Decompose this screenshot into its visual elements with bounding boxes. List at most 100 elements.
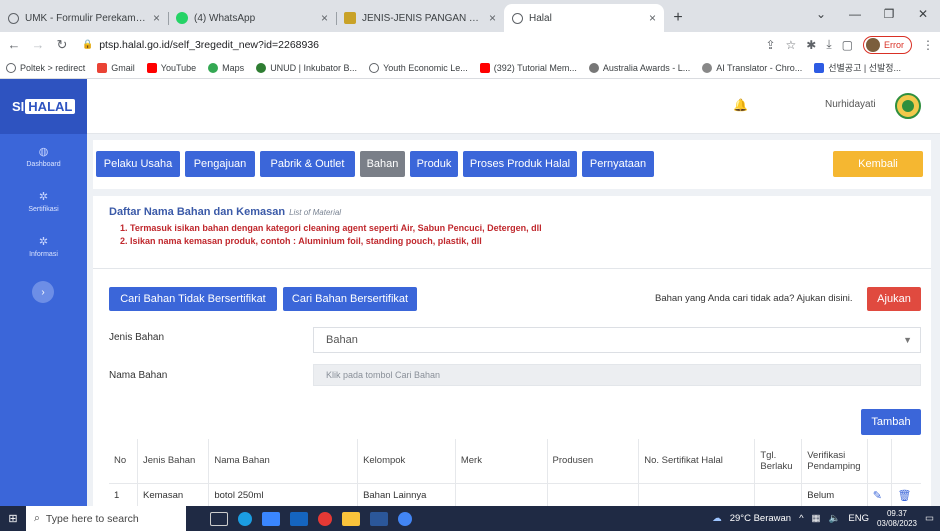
nama-bahan-label: Nama Bahan [109, 370, 168, 381]
clock[interactable]: 09.37 03/08/2023 [877, 509, 917, 529]
info-icon: ✲ [38, 236, 49, 248]
reload-icon[interactable]: ↻ [54, 37, 70, 53]
jenis-bahan-value: Bahan [326, 334, 358, 346]
close-icon[interactable]: × [321, 11, 328, 25]
close-icon[interactable]: × [489, 11, 496, 25]
share-icon[interactable]: ⇪ [765, 38, 775, 52]
profile-label: Error [884, 39, 904, 50]
youtube-icon [479, 62, 490, 73]
restore-icon[interactable]: ❐ [872, 0, 906, 28]
youtube-icon [146, 62, 157, 73]
bookmark-item[interactable]: UNUD | Inkubator B... [256, 62, 357, 73]
sidebar-item-sertifikasi[interactable]: ✲ Sertifikasi [0, 179, 87, 224]
forward-arrow-icon[interactable]: → [30, 37, 46, 52]
search-uncertified-button[interactable]: Cari Bahan Tidak Bersertifikat [109, 287, 277, 311]
column-header: Nama Bahan [208, 439, 359, 484]
file-explorer-icon[interactable] [342, 511, 360, 526]
submit-request-button[interactable]: Ajukan [867, 287, 921, 311]
bookmark-item[interactable]: (392) Tutorial Mem... [479, 62, 577, 73]
tab-pabrik-outlet[interactable]: Pabrik & Outlet [260, 151, 355, 177]
weather-text[interactable]: 29°C Berawan [730, 513, 791, 524]
browser-tab-3[interactable]: JENIS-JENIS PANGAN YANG BISA × [336, 4, 504, 32]
sidebar-item-informasi[interactable]: ✲ Informasi [0, 224, 87, 269]
tab-pengajuan[interactable]: Pengajuan [185, 151, 255, 177]
trash-icon[interactable]: 🗑 [897, 490, 911, 502]
globe-icon [369, 62, 380, 73]
profile-button[interactable]: Error [863, 35, 912, 54]
tab-proses-produk-halal[interactable]: Proses Produk Halal [463, 151, 577, 177]
back-arrow-icon[interactable]: ← [6, 37, 22, 52]
browser-tab-2[interactable]: (4) WhatsApp × [168, 4, 336, 32]
minimize-icon[interactable]: — [838, 0, 872, 28]
taskbar-apps [210, 511, 412, 526]
taskbar: ⊞ ⌕ Type here to search ☁ 29°C Berawan ^… [0, 506, 940, 531]
browser-tab-1[interactable]: UMK - Formulir Perekaman Pelak × [0, 4, 168, 32]
url-field[interactable]: 🔒 ptsp.halal.go.id/self_3regedit_new?id=… [78, 35, 757, 55]
avatar[interactable] [895, 93, 921, 119]
sidebar-item-dashboard[interactable]: ◍ Dashboard [0, 134, 87, 179]
bookmark-item[interactable]: Maps [208, 62, 245, 73]
system-tray: ☁ 29°C Berawan ^ ▦ 🔈 ENG 09.37 03/08/202… [712, 509, 940, 529]
table-row: 1 Kemasan botol 250ml Bahan Lainnya Belu… [109, 483, 921, 507]
extensions-icon[interactable]: ✱ [806, 38, 816, 52]
bookmark-item[interactable]: Australia Awards - L... [588, 62, 690, 73]
jenis-bahan-select[interactable]: Bahan ▼ [313, 327, 921, 353]
mail-icon[interactable] [290, 511, 308, 526]
tab-bahan[interactable]: Bahan [360, 151, 405, 177]
browser-tab-4[interactable]: Halal × [504, 4, 664, 32]
globe-icon [6, 62, 16, 73]
search-certified-button[interactable]: Cari Bahan Bersertifikat [283, 287, 417, 311]
tab-pelaku-usaha[interactable]: Pelaku Usaha [96, 151, 180, 177]
close-window-icon[interactable]: ✕ [906, 0, 940, 28]
table-cell: Bahan Lainnya [357, 483, 456, 507]
tray-chevron-up-icon[interactable]: ^ [799, 513, 803, 524]
bookmark-item[interactable]: 선별공고 | 선발정... [814, 61, 901, 74]
bell-icon[interactable]: 🔔 [733, 98, 748, 112]
language-indicator[interactable]: ENG [848, 513, 869, 524]
table-cell [638, 483, 756, 507]
task-view-icon[interactable] [210, 511, 228, 526]
korean-site-icon [814, 62, 825, 73]
chrome-icon[interactable] [398, 511, 412, 526]
side-panel-icon[interactable]: ▢ [842, 38, 853, 52]
nama-bahan-field[interactable]: Klik pada tombol Cari Bahan [313, 364, 921, 386]
network-icon[interactable]: ▦ [812, 513, 821, 524]
taskbar-search-input[interactable]: ⌕ Type here to search [26, 506, 186, 531]
bookmark-item[interactable]: YouTube [146, 62, 196, 73]
opera-icon[interactable] [318, 511, 332, 526]
dashboard-icon: ◍ [38, 146, 49, 158]
store-icon[interactable] [262, 511, 280, 526]
new-tab-button[interactable]: + [664, 4, 692, 32]
bookmark-label: Maps [222, 62, 245, 73]
chevron-right-icon[interactable]: › [32, 281, 54, 303]
volume-icon[interactable]: 🔈 [829, 513, 841, 524]
menu-icon[interactable]: ⋮ [922, 38, 934, 52]
bookmark-item[interactable]: Gmail [97, 62, 135, 73]
close-icon[interactable]: × [153, 11, 160, 25]
app-logo[interactable]: SI HALAL [0, 79, 87, 134]
edge-icon[interactable] [238, 511, 252, 526]
tab-title: (4) WhatsApp [194, 12, 256, 24]
star-icon[interactable]: ☆ [786, 38, 797, 52]
tab-pernyataan[interactable]: Pernyataan [582, 151, 654, 177]
tab-produk[interactable]: Produk [410, 151, 458, 177]
back-button[interactable]: Kembali [833, 151, 923, 177]
translator-icon [702, 62, 713, 73]
notification-icon[interactable]: ▭ [925, 513, 934, 524]
windows-start-icon[interactable]: ⊞ [0, 512, 26, 525]
chevron-down-icon[interactable]: ⌄ [804, 0, 838, 28]
close-icon[interactable]: × [649, 11, 656, 25]
bookmark-item[interactable]: Poltek > redirect [6, 62, 85, 73]
search-placeholder: Type here to search [45, 512, 139, 525]
user-name[interactable]: Nurhidayati [825, 99, 876, 110]
word-icon[interactable] [370, 511, 388, 526]
add-button[interactable]: Tambah [861, 409, 921, 435]
bookmark-item[interactable]: Youth Economic Le... [369, 62, 468, 73]
download-icon[interactable]: ⤓ [826, 37, 831, 52]
bookmark-item[interactable]: AI Translator - Chro... [702, 62, 802, 73]
bookmark-label: (392) Tutorial Mem... [493, 62, 577, 73]
tab-title: JENIS-JENIS PANGAN YANG BISA [362, 12, 483, 24]
toolbar-actions: ⇪ ☆ ✱ ⤓ ▢ Error ⋮ [765, 35, 934, 54]
edit-icon[interactable]: ✎ [873, 490, 882, 502]
browser-tab-strip: UMK - Formulir Perekaman Pelak × (4) Wha… [0, 0, 940, 32]
